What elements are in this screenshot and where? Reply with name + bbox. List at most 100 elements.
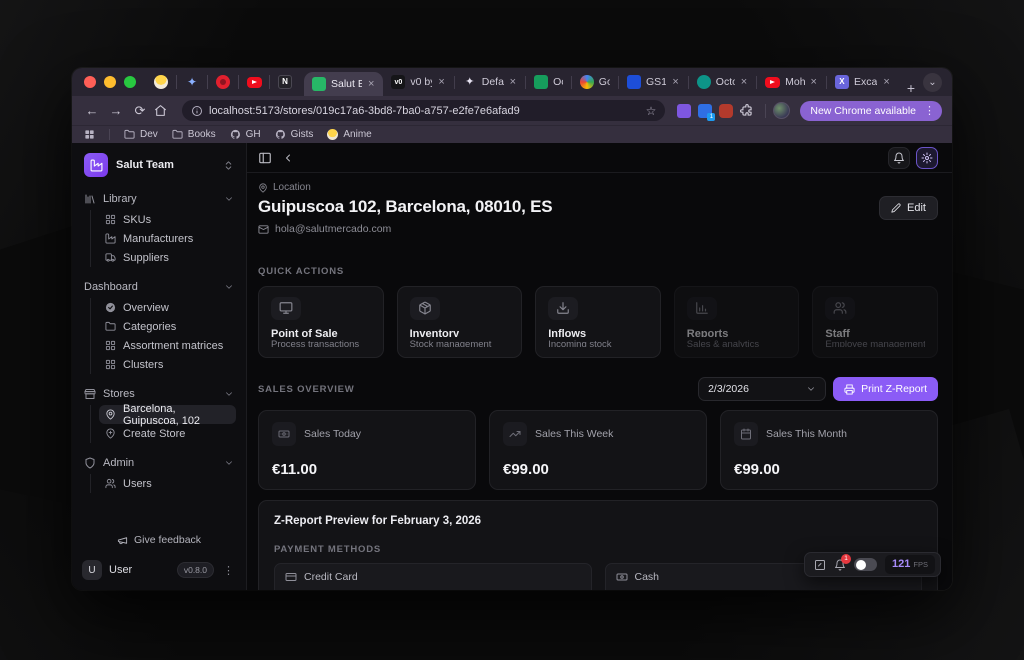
tab-default[interactable]: ✦ Default Pr × bbox=[455, 68, 525, 96]
devtools-panel-icon[interactable] bbox=[814, 559, 826, 571]
back-button[interactable]: ← bbox=[82, 103, 102, 118]
bookmark-folder-dev[interactable]: Dev bbox=[124, 129, 158, 140]
forward-button[interactable]: → bbox=[106, 103, 126, 118]
tab-search-button[interactable]: ⌄ bbox=[923, 73, 942, 92]
record-icon bbox=[216, 75, 230, 89]
grid-icon bbox=[105, 359, 116, 370]
sidebar-toggle-icon[interactable] bbox=[258, 151, 272, 165]
back-chevron-icon[interactable] bbox=[282, 152, 294, 164]
sidebar-item-assortment-matrices[interactable]: Assortment matrices bbox=[99, 336, 236, 355]
bookmark-star-icon[interactable]: ☆ bbox=[646, 104, 657, 118]
quick-action-inventory[interactable]: Inventory Stock management bbox=[397, 286, 523, 358]
quick-action-point-of-sale[interactable]: Point of Sale Process transactions bbox=[258, 286, 384, 358]
quick-action-inflows[interactable]: Inflows Incoming stock bbox=[535, 286, 661, 358]
close-tab-icon[interactable]: × bbox=[740, 76, 748, 88]
tab-gs1[interactable]: GS1 Datab × bbox=[619, 68, 688, 96]
tab-goog[interactable]: Goog bbox=[572, 68, 618, 96]
quick-action-reports[interactable]: Reports Sales & analytics bbox=[674, 286, 800, 358]
apps-grid-icon[interactable] bbox=[84, 129, 95, 140]
edit-button[interactable]: Edit bbox=[879, 196, 938, 220]
close-window-button[interactable] bbox=[84, 76, 96, 88]
chevron-down-icon bbox=[806, 384, 816, 394]
sidebar-section-admin: Admin Users bbox=[82, 453, 236, 493]
bookmarks-separator bbox=[109, 129, 110, 140]
fps-toggle[interactable] bbox=[854, 558, 877, 571]
extension-purple-icon[interactable] bbox=[677, 104, 691, 118]
sidebar-item-suppliers[interactable]: Suppliers bbox=[99, 248, 236, 267]
dev-fps-widget: 1 121 FPS bbox=[804, 552, 941, 577]
tab-octo[interactable]: Octo bbox=[526, 68, 571, 96]
sidebar-item-users[interactable]: Users bbox=[99, 474, 236, 493]
print-z-report-button[interactable]: Print Z-Report bbox=[833, 377, 938, 401]
pinned-tab-youtube[interactable] bbox=[239, 77, 269, 88]
chrome-update-button[interactable]: New Chrome available ⋮ bbox=[800, 101, 942, 121]
extensions-puzzle-icon[interactable] bbox=[740, 104, 754, 118]
calendar-icon bbox=[734, 422, 758, 446]
profile-avatar[interactable] bbox=[773, 102, 790, 119]
chrome-menu-icon[interactable]: ⋮ bbox=[921, 104, 938, 117]
pinned-tab-notion[interactable]: N bbox=[270, 75, 300, 89]
octo-api-favicon bbox=[697, 75, 711, 89]
payment-method-value: €55.00 bbox=[285, 587, 581, 590]
bookmark-folder-books[interactable]: Books bbox=[172, 129, 216, 140]
pinned-tab-gemini[interactable]: ✦ bbox=[177, 75, 207, 89]
tab-mohnish[interactable]: Mohnish P × bbox=[757, 68, 826, 96]
bar-chart-icon bbox=[687, 297, 717, 320]
folder-icon bbox=[105, 321, 116, 332]
close-tab-icon[interactable]: × bbox=[810, 76, 818, 88]
bookmark-gh[interactable]: GH bbox=[230, 129, 261, 140]
section-header-library[interactable]: Library bbox=[82, 189, 236, 209]
excalidraw-favicon: X bbox=[835, 75, 849, 89]
section-header-admin[interactable]: Admin bbox=[82, 453, 236, 473]
sidebar-item-overview[interactable]: Overview bbox=[99, 298, 236, 317]
section-header-stores[interactable]: Stores bbox=[82, 384, 236, 404]
sidebar-item-store-barcelona[interactable]: Barcelona, Guipuscoa, 102 bbox=[99, 405, 236, 424]
pinned-tab-emoji[interactable] bbox=[146, 75, 176, 89]
tab-excalidraw[interactable]: X Excalidraw × bbox=[827, 68, 899, 96]
user-menu[interactable]: U User v0.8.0 ⋮ bbox=[82, 560, 236, 580]
bookmark-gists[interactable]: Gists bbox=[275, 129, 314, 140]
user-menu-kebab-icon[interactable]: ⋮ bbox=[221, 564, 236, 577]
date-value: 2/3/2026 bbox=[708, 383, 749, 395]
sidebar-item-skus[interactable]: SKUs bbox=[99, 210, 236, 229]
pinned-tab-record[interactable] bbox=[208, 75, 238, 89]
megaphone-icon bbox=[117, 535, 128, 546]
tab-octo-api[interactable]: Octo API × bbox=[689, 68, 756, 96]
stat-card-sales-week: Sales This Week €99.00 bbox=[489, 410, 707, 490]
home-button[interactable] bbox=[154, 104, 174, 117]
payment-method-value: €33.00 bbox=[616, 587, 912, 590]
close-tab-icon[interactable]: × bbox=[367, 78, 375, 90]
close-tab-icon[interactable]: × bbox=[509, 76, 517, 88]
minimize-window-button[interactable] bbox=[104, 76, 116, 88]
notifications-button[interactable] bbox=[888, 147, 910, 169]
sidebar-item-label: Manufacturers bbox=[123, 233, 193, 245]
tab-salut-erp[interactable]: Salut ERP × bbox=[304, 72, 383, 96]
tab-v0[interactable]: v0 v0 by Verc × bbox=[383, 68, 453, 96]
settings-button[interactable] bbox=[916, 147, 938, 169]
address-bar[interactable]: localhost:5173/stores/019c17a6-3bd8-7ba0… bbox=[182, 100, 665, 121]
give-feedback-button[interactable]: Give feedback bbox=[82, 530, 236, 550]
team-switcher[interactable]: Salut Team bbox=[82, 151, 236, 179]
stat-label: Sales Today bbox=[304, 428, 361, 440]
section-items: Overview Categories Assortment matrices bbox=[90, 298, 236, 374]
date-select[interactable]: 2/3/2026 bbox=[698, 377, 826, 401]
reload-button[interactable]: ⟳ bbox=[130, 103, 150, 119]
extension-flag-icon[interactable] bbox=[698, 104, 712, 118]
section-label: Dashboard bbox=[84, 281, 217, 293]
close-tab-icon[interactable]: × bbox=[437, 76, 445, 88]
bookmark-anime[interactable]: Anime bbox=[327, 129, 371, 140]
new-tab-button[interactable]: + bbox=[899, 80, 923, 96]
section-header-dashboard[interactable]: Dashboard bbox=[82, 277, 236, 297]
quick-action-staff[interactable]: Staff Employee management bbox=[812, 286, 938, 358]
close-tab-icon[interactable]: × bbox=[671, 76, 679, 88]
sidebar-item-manufacturers[interactable]: Manufacturers bbox=[99, 229, 236, 248]
close-tab-icon[interactable]: × bbox=[882, 76, 890, 88]
stat-label: Sales This Week bbox=[535, 428, 613, 440]
bell-icon[interactable]: 1 bbox=[834, 559, 846, 571]
site-info-icon[interactable] bbox=[191, 105, 203, 117]
sidebar-item-create-store[interactable]: Create Store bbox=[99, 424, 236, 443]
zoom-window-button[interactable] bbox=[124, 76, 136, 88]
extension-red-icon[interactable] bbox=[719, 104, 733, 118]
sidebar-item-clusters[interactable]: Clusters bbox=[99, 355, 236, 374]
sidebar-item-categories[interactable]: Categories bbox=[99, 317, 236, 336]
